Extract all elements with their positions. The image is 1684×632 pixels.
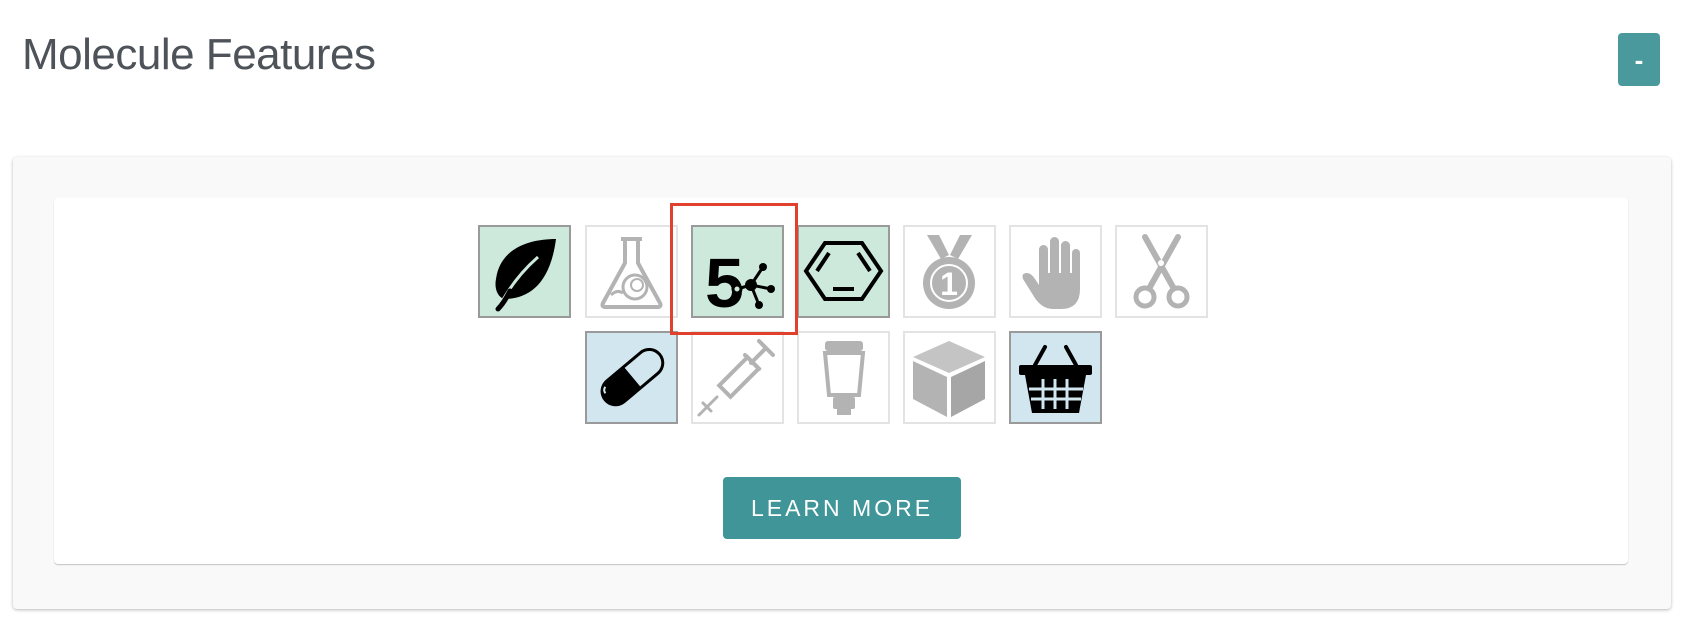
feature-tile-synthetic[interactable]	[585, 225, 678, 318]
feature-tile-restricted[interactable]	[1009, 225, 1102, 318]
page-title: Molecule Features	[22, 30, 376, 79]
feature-tile-oral[interactable]	[585, 331, 678, 424]
scissors-icon	[1133, 234, 1190, 309]
rule-of-five-icon: 5	[705, 244, 775, 316]
feature-tile-natural[interactable]	[478, 225, 571, 318]
feature-tile-other-route[interactable]	[903, 331, 996, 424]
pill-capsule-icon	[600, 347, 665, 407]
rule-number: 5	[705, 244, 744, 316]
flask-icon	[600, 237, 663, 309]
leaf-icon	[495, 239, 556, 312]
learn-more-button[interactable]: LEARN MORE	[723, 477, 961, 539]
cream-tube-icon	[822, 341, 866, 415]
syringe-icon	[697, 339, 775, 417]
benzene-ring-icon	[803, 241, 884, 301]
feature-tile-rule-of-five[interactable]: 5	[691, 225, 784, 318]
collapse-button[interactable]: -	[1618, 33, 1660, 86]
feature-tile-available[interactable]	[1009, 331, 1102, 424]
feature-tile-aromatic[interactable]	[797, 225, 890, 318]
feature-tile-first-in-class[interactable]: 1	[903, 225, 996, 318]
basket-icon	[1019, 345, 1092, 413]
feature-tile-cleavable[interactable]	[1115, 225, 1208, 318]
medal-number: 1	[940, 266, 958, 302]
cube-icon	[913, 341, 985, 417]
hand-icon	[1022, 237, 1080, 309]
feature-tile-topical[interactable]	[797, 331, 890, 424]
medal-icon: 1	[923, 235, 975, 309]
feature-tile-injectable[interactable]	[691, 331, 784, 424]
